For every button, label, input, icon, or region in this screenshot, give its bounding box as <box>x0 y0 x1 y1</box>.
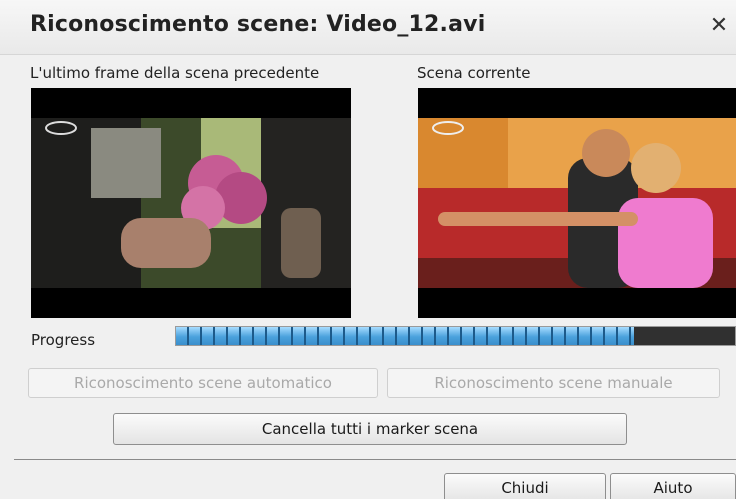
progress-label: Progress <box>31 331 96 349</box>
manual-scene-detection-button[interactable]: Riconoscimento scene manuale <box>387 368 720 398</box>
separator <box>14 459 736 460</box>
previous-frame-thumbnail <box>31 88 351 318</box>
clear-scene-markers-button[interactable]: Cancella tutti i marker scena <box>113 413 627 445</box>
dialog-title: Riconoscimento scene: Video_12.avi <box>30 12 486 37</box>
help-button[interactable]: Aiuto <box>610 473 736 499</box>
progress-bar-fill <box>176 327 635 345</box>
current-scene-label: Scena corrente <box>417 64 531 82</box>
previous-frame-label: L'ultimo frame della scena precedente <box>30 64 320 82</box>
auto-scene-detection-button[interactable]: Riconoscimento scene automatico <box>28 368 378 398</box>
current-scene-thumbnail <box>418 88 736 318</box>
close-button[interactable]: Chiudi <box>444 473 606 499</box>
close-icon[interactable]: ✕ <box>706 12 732 40</box>
progress-bar <box>175 326 736 346</box>
dialog-titlebar: Riconoscimento scene: Video_12.avi ✕ <box>0 0 736 55</box>
